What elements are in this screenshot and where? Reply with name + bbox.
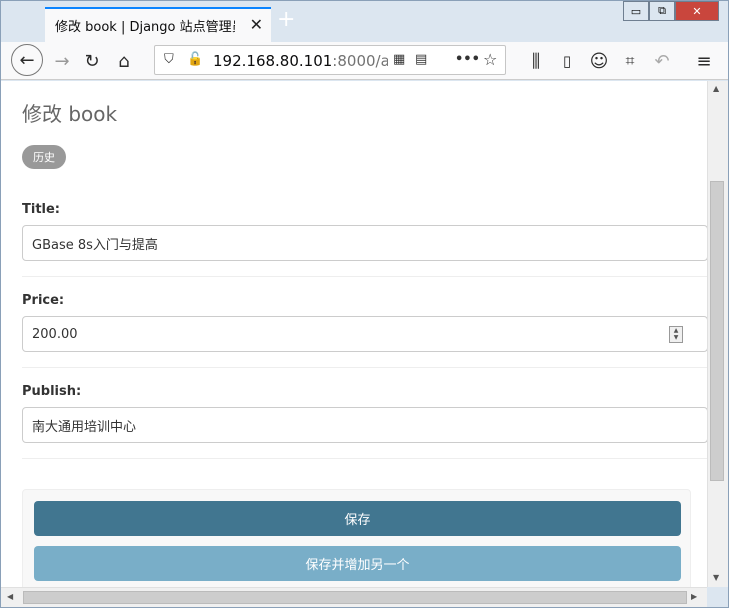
bookmark-star-icon[interactable]: ☆: [483, 50, 497, 69]
sidebar-icon[interactable]: ▯: [552, 46, 582, 76]
scroll-down-icon[interactable]: ▼: [713, 573, 719, 582]
reader-view-icon[interactable]: ▤: [415, 52, 427, 67]
page-content: 修改 book 历史 Title: GBase 8s入门与提高 Price: 2…: [1, 81, 707, 587]
save-and-add-another-button[interactable]: 保存并增加另一个: [34, 546, 681, 581]
page-title: 修改 book: [22, 102, 118, 126]
forward-arrow-icon[interactable]: →: [47, 46, 77, 76]
tab-title: 修改 book | Django 站点管理员: [55, 20, 235, 35]
shield-icon[interactable]: ⛉: [164, 52, 174, 67]
insecure-lock-icon[interactable]: 🔓: [187, 52, 203, 67]
price-input[interactable]: 200.00 ▲ ▼: [22, 316, 707, 352]
minimize-icon[interactable]: ▭: [623, 1, 649, 21]
browser-window: 修改 book | Django 站点管理员 ✕ + ▭ ⧉ ✕ ← → ↻ ⌂…: [0, 0, 729, 608]
vertical-scrollbar[interactable]: ▲ ▼: [707, 81, 728, 587]
scroll-right-icon[interactable]: ▶: [691, 592, 697, 601]
undo-icon[interactable]: ↶: [647, 46, 677, 76]
tab-strip: 修改 book | Django 站点管理员 ✕ + ▭ ⧉ ✕: [1, 1, 728, 42]
scroll-up-icon[interactable]: ▲: [713, 84, 719, 93]
url-bar[interactable]: ⛉ 🔓 192.168.80.101:8000/admi ▦ ▤ ••• ☆: [154, 45, 506, 75]
menu-icon[interactable]: ≡: [689, 46, 719, 76]
price-value: 200.00: [32, 326, 78, 342]
publish-input[interactable]: 南大通用培训中心: [22, 407, 707, 443]
browser-tab[interactable]: 修改 book | Django 站点管理员 ✕: [45, 7, 271, 42]
submit-row: 保存 保存并增加另一个: [22, 489, 691, 587]
save-button[interactable]: 保存: [34, 501, 681, 536]
title-input[interactable]: GBase 8s入门与提高: [22, 225, 707, 261]
crop-icon[interactable]: ⌗: [615, 46, 645, 76]
close-window-icon[interactable]: ✕: [675, 1, 719, 21]
account-icon[interactable]: ☺: [584, 46, 614, 76]
publish-label: Publish:: [22, 384, 82, 399]
library-icon[interactable]: ⫼: [521, 46, 551, 76]
qr-code-icon[interactable]: ▦: [393, 52, 405, 67]
back-arrow-icon[interactable]: ←: [11, 44, 43, 76]
price-label: Price:: [22, 293, 65, 308]
url-text[interactable]: 192.168.80.101:8000/admi: [213, 52, 388, 70]
history-button[interactable]: 历史: [22, 145, 66, 169]
reload-icon[interactable]: ↻: [77, 46, 107, 76]
divider: [22, 276, 707, 277]
title-label: Title:: [22, 202, 61, 217]
divider: [22, 458, 707, 459]
divider: [22, 367, 707, 368]
horizontal-scrollbar[interactable]: ◀ ▶: [1, 587, 707, 607]
navigation-bar: ← → ↻ ⌂ ⛉ 🔓 192.168.80.101:8000/admi ▦ ▤…: [1, 42, 728, 80]
number-spinner-icon[interactable]: ▲ ▼: [669, 326, 683, 343]
home-icon[interactable]: ⌂: [109, 46, 139, 76]
horizontal-scroll-thumb[interactable]: [23, 591, 687, 604]
maximize-icon[interactable]: ⧉: [649, 1, 675, 21]
tab-close-icon[interactable]: ✕: [250, 17, 263, 33]
new-tab-icon[interactable]: +: [277, 9, 295, 31]
scroll-left-icon[interactable]: ◀: [7, 592, 13, 601]
more-actions-icon[interactable]: •••: [455, 52, 480, 67]
vertical-scroll-thumb[interactable]: [710, 181, 724, 481]
window-controls: ▭ ⧉ ✕: [623, 1, 719, 21]
